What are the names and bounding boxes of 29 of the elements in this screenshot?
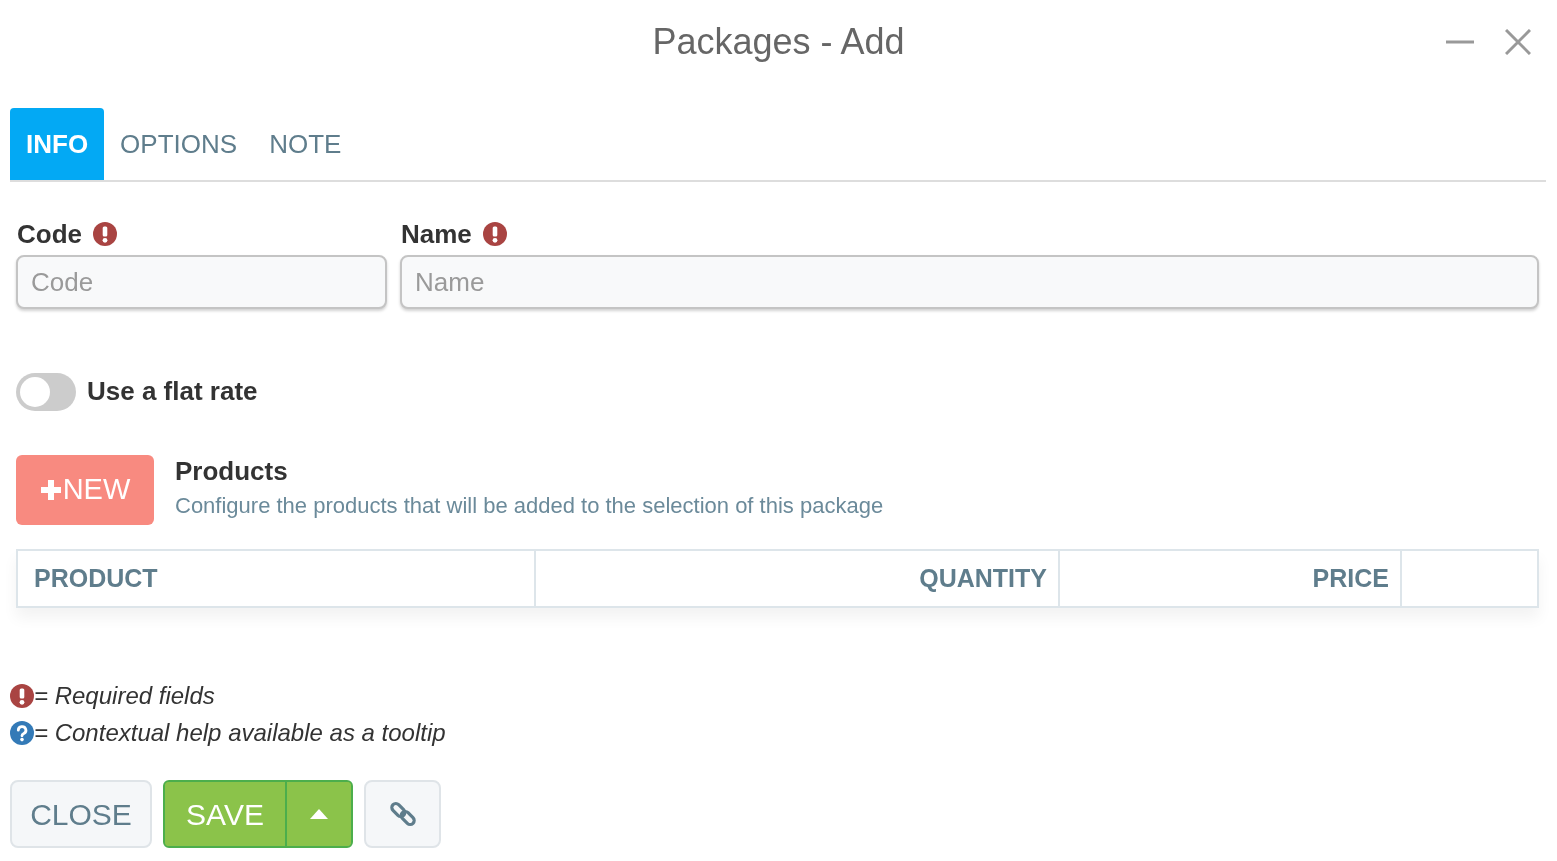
section-title: Products xyxy=(175,455,289,487)
new-button[interactable]: NEW xyxy=(16,455,154,525)
tab[interactable]: OPTIONS xyxy=(104,108,254,180)
window-title: Packages - Add xyxy=(652,24,905,60)
exclamation-icon xyxy=(10,683,34,708)
column-header: PRICE xyxy=(1060,551,1402,606)
close-button[interactable]: CLOSE xyxy=(10,780,152,848)
toggle-label: Use a flat rate xyxy=(87,375,258,408)
help-icon xyxy=(10,720,34,745)
link-icon xyxy=(388,800,417,828)
column-header: QUANTITY xyxy=(536,551,1060,606)
field-label: Name xyxy=(401,221,472,247)
tab[interactable]: NOTE xyxy=(253,108,358,180)
tab[interactable]: INFO xyxy=(10,108,105,180)
close-button[interactable] xyxy=(1503,27,1533,57)
legend-text: = Contextual help available as a tooltip xyxy=(34,717,446,748)
close-icon xyxy=(1505,29,1531,55)
save-button[interactable]: SAVE xyxy=(165,782,287,846)
input-field[interactable]: Name xyxy=(400,255,1539,309)
link-button[interactable] xyxy=(364,780,441,848)
field-label: Code xyxy=(17,221,82,247)
legend-text: = Required fields xyxy=(34,680,215,711)
plus-icon xyxy=(39,479,62,501)
section-description: Configure the products that will be added to the selection of this package xyxy=(175,492,884,520)
column-header: PRODUCT xyxy=(18,551,536,606)
minimize-icon xyxy=(1446,40,1474,44)
toggle-switch[interactable] xyxy=(16,372,76,411)
caret-up-icon xyxy=(310,809,328,819)
input-field[interactable]: Code xyxy=(16,255,387,309)
